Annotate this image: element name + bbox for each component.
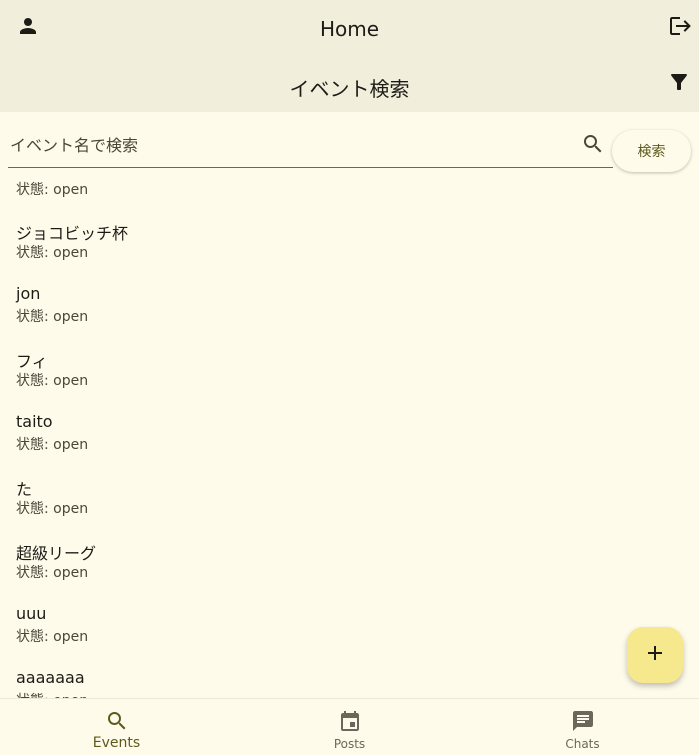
add-icon bbox=[643, 641, 667, 669]
list-item[interactable]: フィ 状態: open bbox=[0, 336, 699, 400]
event-status: 状態: open bbox=[16, 629, 89, 645]
filter-icon bbox=[667, 70, 691, 98]
list-item[interactable]: 状態: open bbox=[0, 172, 699, 208]
calendar-icon bbox=[338, 709, 362, 733]
list-item[interactable]: た 状態: open bbox=[0, 464, 699, 528]
list-item[interactable]: 超級リーグ 状態: open bbox=[0, 528, 699, 592]
app-bar: Home イベント検索 bbox=[0, 0, 699, 112]
event-status: 状態: open bbox=[16, 437, 89, 453]
app-bar-top-row: Home bbox=[0, 0, 699, 58]
event-title: た bbox=[16, 480, 33, 499]
nav-item-chats[interactable]: Chats bbox=[466, 699, 699, 755]
event-list: 状態: open ジョコビッチ杯 状態: open jon 状態: open フ… bbox=[0, 172, 699, 698]
event-title: uuu bbox=[16, 604, 47, 623]
event-status: 状態: open bbox=[16, 565, 89, 581]
page-title: Home bbox=[319, 17, 380, 41]
event-status: 状態: open bbox=[16, 690, 88, 698]
list-item[interactable]: uuu 状態: open bbox=[0, 592, 699, 656]
event-status: 状態: open bbox=[16, 309, 89, 325]
search-row: 検索 bbox=[0, 112, 699, 172]
event-title: ジョコビッチ杯 bbox=[16, 224, 129, 243]
nav-label: Chats bbox=[565, 737, 600, 751]
event-title: aaaaaaa bbox=[16, 668, 85, 687]
search-icon[interactable] bbox=[581, 132, 605, 156]
search-submit-button[interactable]: 検索 bbox=[612, 130, 691, 172]
search-field bbox=[8, 124, 613, 168]
section-title: イベント検索 bbox=[289, 77, 410, 101]
logout-button[interactable] bbox=[659, 8, 699, 48]
nav-item-posts[interactable]: Posts bbox=[233, 699, 466, 755]
event-title: taito bbox=[16, 412, 53, 431]
app-bar-sub-row: イベント検索 bbox=[0, 58, 699, 112]
search-icon bbox=[105, 709, 129, 733]
filter-button[interactable] bbox=[659, 64, 699, 104]
nav-item-events[interactable]: Events bbox=[0, 699, 233, 755]
nav-label: Posts bbox=[333, 737, 366, 751]
list-item[interactable]: aaaaaaa 状態: open bbox=[0, 656, 699, 698]
logout-icon bbox=[667, 14, 691, 42]
list-item[interactable]: ジョコビッチ杯 状態: open bbox=[0, 208, 699, 272]
list-item[interactable]: jon 状態: open bbox=[0, 272, 699, 336]
chat-icon bbox=[571, 709, 595, 733]
add-event-button[interactable] bbox=[627, 627, 683, 683]
event-status: 状態: open bbox=[16, 373, 89, 389]
event-title: jon bbox=[16, 284, 41, 303]
event-status: 状態: open bbox=[16, 182, 89, 198]
app-root: Home イベント検索 検索 状態: bbox=[0, 0, 699, 755]
event-title: 超級リーグ bbox=[16, 544, 97, 563]
bottom-navigation: Events Posts Chats bbox=[0, 698, 699, 755]
nav-label: Events bbox=[92, 735, 141, 751]
event-status: 状態: open bbox=[16, 501, 89, 517]
search-input[interactable] bbox=[8, 124, 568, 166]
list-item[interactable]: taito 状態: open bbox=[0, 400, 699, 464]
event-title: フィ bbox=[16, 352, 48, 371]
event-status: 状態: open bbox=[16, 245, 89, 261]
